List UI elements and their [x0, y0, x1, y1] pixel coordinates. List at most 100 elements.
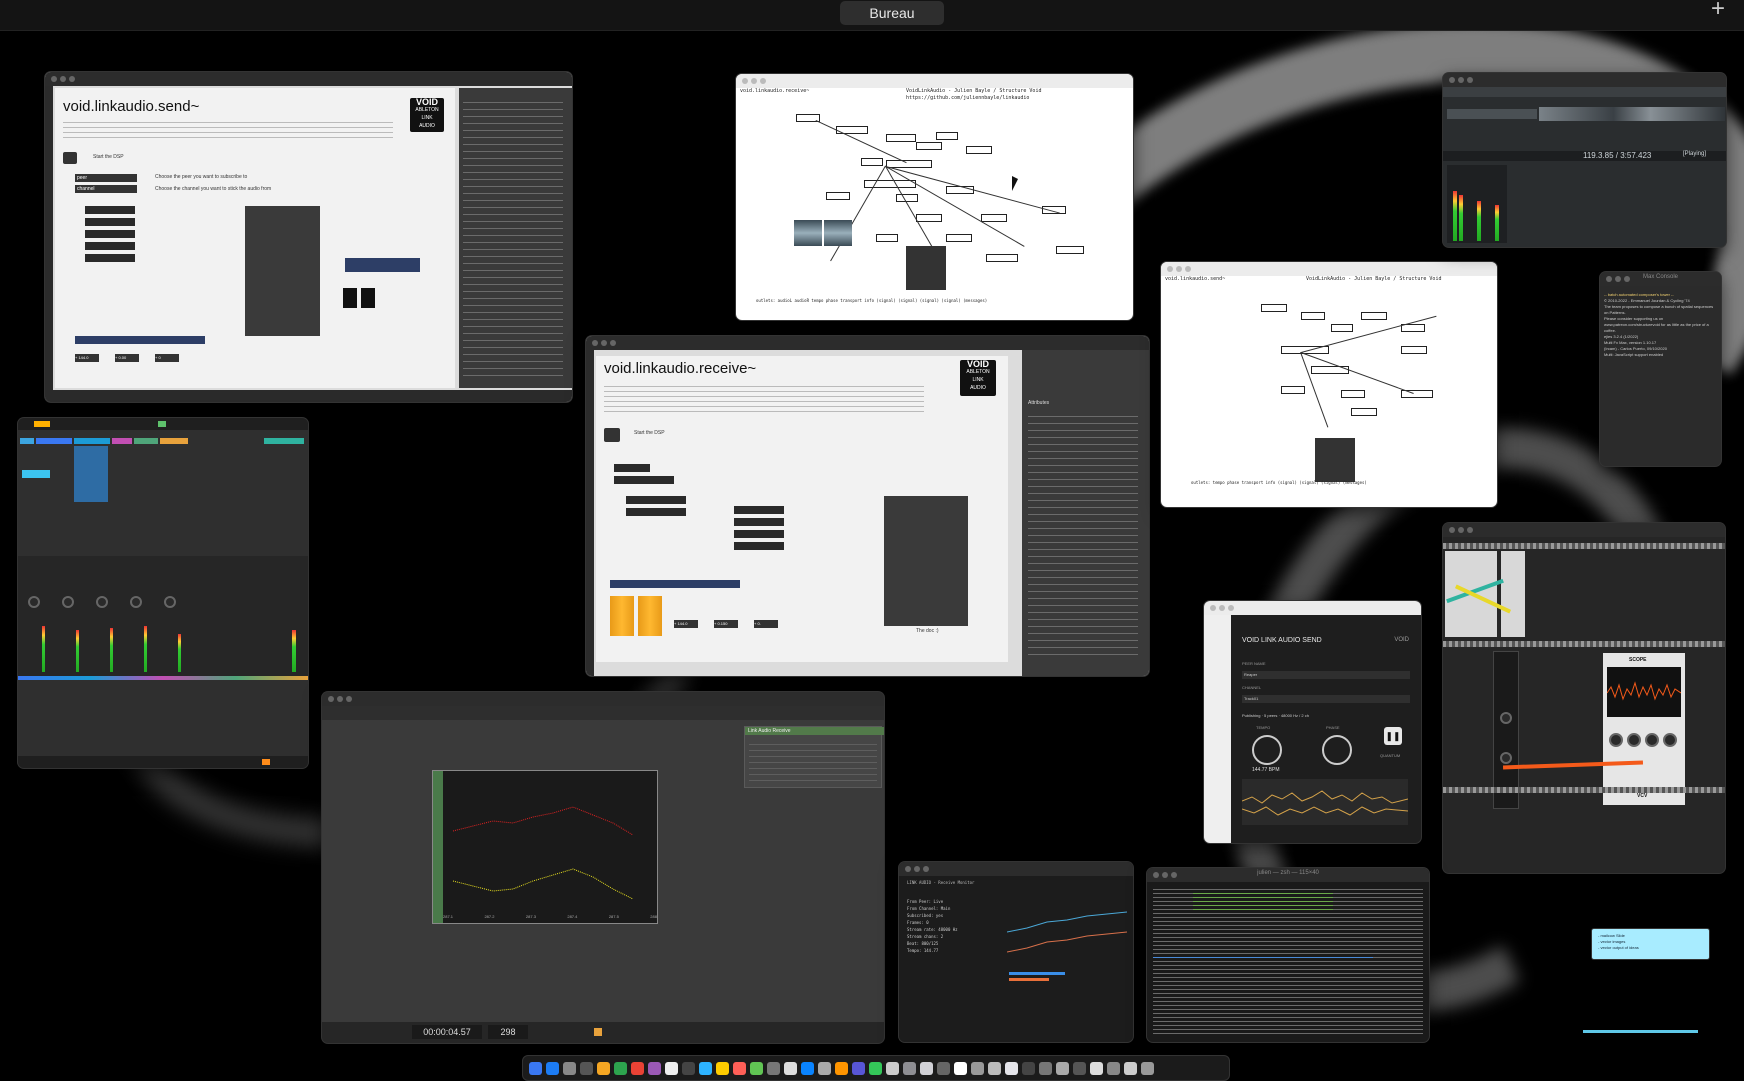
- send-knob[interactable]: [96, 596, 108, 608]
- channel-menu[interactable]: [614, 476, 674, 484]
- minimize-icon[interactable]: [1162, 872, 1168, 878]
- module-knob[interactable]: [1500, 712, 1512, 724]
- mixer[interactable]: [1447, 165, 1507, 243]
- max-object[interactable]: [886, 160, 932, 168]
- dock-app-icon[interactable]: [1039, 1061, 1052, 1075]
- dock-app-icon[interactable]: [648, 1061, 661, 1075]
- zoom-icon[interactable]: [610, 340, 616, 346]
- max-object[interactable]: [966, 146, 992, 154]
- number-box[interactable]: + 144.0: [674, 620, 698, 628]
- send-knob[interactable]: [62, 596, 74, 608]
- minimize-icon[interactable]: [1458, 77, 1464, 83]
- track-header[interactable]: [112, 438, 132, 444]
- dock-app-icon[interactable]: [580, 1061, 593, 1075]
- message-box[interactable]: [85, 206, 135, 214]
- dock-app-icon[interactable]: [563, 1061, 576, 1075]
- peer-menu[interactable]: [614, 464, 650, 472]
- dock-app-icon[interactable]: [784, 1061, 797, 1075]
- dock-app-icon[interactable]: [886, 1061, 899, 1075]
- zoom-icon[interactable]: [923, 866, 929, 872]
- window-vst-plugin[interactable]: VOID LINK AUDIO SEND VOID PEER NAME Reap…: [1204, 601, 1421, 843]
- dock-app-icon[interactable]: [1005, 1061, 1018, 1075]
- host-sidebar[interactable]: [1204, 615, 1231, 843]
- module-knob[interactable]: [1645, 733, 1659, 747]
- close-icon[interactable]: [1449, 77, 1455, 83]
- minimize-icon[interactable]: [1458, 527, 1464, 533]
- close-icon[interactable]: [1449, 527, 1455, 533]
- space-tab-bureau[interactable]: Bureau: [840, 1, 944, 25]
- max-object[interactable]: [1056, 246, 1084, 254]
- max-object[interactable]: [946, 186, 974, 194]
- message-box[interactable]: [734, 530, 784, 538]
- dock-app-icon[interactable]: [954, 1061, 967, 1075]
- playing-clip[interactable]: [22, 470, 50, 478]
- minimize-icon[interactable]: [60, 76, 66, 82]
- max-object[interactable]: [946, 234, 972, 242]
- toolbar[interactable]: [1443, 87, 1726, 97]
- track-header[interactable]: [134, 438, 158, 444]
- send-knob[interactable]: [164, 596, 176, 608]
- window-terminal-git[interactable]: julien — zsh — 115×40: [1147, 868, 1429, 1042]
- peer-name-field[interactable]: Reaper: [1242, 671, 1410, 679]
- window-patch-receive[interactable]: void.linkaudio.receive~ VoidLinkAudio - …: [736, 74, 1133, 320]
- dock-app-icon[interactable]: [835, 1061, 848, 1075]
- dock-app-icon[interactable]: [767, 1061, 780, 1075]
- window-touchdesigner[interactable]: Link Audio Receive 287.1 287.2 287.3 287…: [322, 692, 884, 1043]
- message-box[interactable]: [734, 542, 784, 550]
- track-header[interactable]: [160, 438, 188, 444]
- inspector-sidebar[interactable]: [459, 88, 572, 388]
- close-icon[interactable]: [1167, 266, 1173, 272]
- max-object[interactable]: [1261, 304, 1287, 312]
- parameter-panel[interactable]: Link Audio Receive: [744, 726, 884, 788]
- minimize-icon[interactable]: [914, 866, 920, 872]
- control-bar[interactable]: [18, 418, 308, 430]
- max-object[interactable]: [1361, 312, 1387, 320]
- max-object[interactable]: [936, 132, 958, 140]
- window-send-help[interactable]: void.linkaudio.send~ VOID ABLETON LINK A…: [45, 72, 572, 402]
- close-icon[interactable]: [1606, 276, 1612, 282]
- track-header[interactable]: [1447, 109, 1537, 119]
- close-icon[interactable]: [51, 76, 57, 82]
- max-object[interactable]: [886, 134, 916, 142]
- menu-bar[interactable]: [322, 706, 884, 720]
- attrui-list[interactable]: [245, 206, 320, 336]
- timeline-bar[interactable]: 00:00:04.57 298: [322, 1022, 884, 1043]
- minimize-icon[interactable]: [601, 340, 607, 346]
- zoom-icon[interactable]: [1185, 266, 1191, 272]
- dock-app-icon[interactable]: [1107, 1061, 1120, 1075]
- max-object[interactable]: [916, 142, 942, 150]
- dock-app-icon[interactable]: [971, 1061, 984, 1075]
- audio-item[interactable]: [1539, 107, 1725, 121]
- dock-app-icon[interactable]: [716, 1061, 729, 1075]
- message-box[interactable]: [85, 218, 135, 226]
- scope-module[interactable]: SCOPE VCV: [1603, 653, 1685, 805]
- dac-speaker-icon[interactable]: [604, 428, 620, 442]
- minimize-icon[interactable]: [1615, 276, 1621, 282]
- message-box[interactable]: [85, 230, 135, 238]
- dock-app-icon[interactable]: [1141, 1061, 1154, 1075]
- window-terminal-stats[interactable]: LINK AUDIO - Receive Monitor From Peer: …: [899, 862, 1133, 1042]
- close-icon[interactable]: [1153, 872, 1159, 878]
- number-box[interactable]: + 0.150: [714, 620, 738, 628]
- dock-app-icon[interactable]: [937, 1061, 950, 1075]
- number-box[interactable]: + 144.0: [75, 354, 99, 362]
- zoom-icon[interactable]: [1467, 77, 1473, 83]
- link-session-panel[interactable]: [345, 258, 420, 272]
- max-object[interactable]: [986, 254, 1018, 262]
- window-reaper[interactable]: 119.3.85 / 3:57.423 [Playing]: [1443, 73, 1726, 247]
- dock-app-icon[interactable]: [682, 1061, 695, 1075]
- message-box[interactable]: [626, 508, 686, 516]
- window-patch-send[interactable]: void.linkaudio.send~ VoidLinkAudio - Jul…: [1161, 262, 1497, 507]
- dock-app-icon[interactable]: [869, 1061, 882, 1075]
- clip-slots[interactable]: [74, 446, 108, 502]
- dock-app-icon[interactable]: [546, 1061, 559, 1075]
- vcv-module[interactable]: [1501, 551, 1525, 637]
- max-object[interactable]: [1351, 408, 1377, 416]
- dock-app-icon[interactable]: [1090, 1061, 1103, 1075]
- max-object[interactable]: [896, 194, 918, 202]
- track-header[interactable]: [74, 438, 110, 444]
- dock-app-icon[interactable]: [903, 1061, 916, 1075]
- message-box[interactable]: [734, 506, 784, 514]
- track-header[interactable]: [264, 438, 304, 444]
- window-ableton-live[interactable]: [18, 418, 308, 768]
